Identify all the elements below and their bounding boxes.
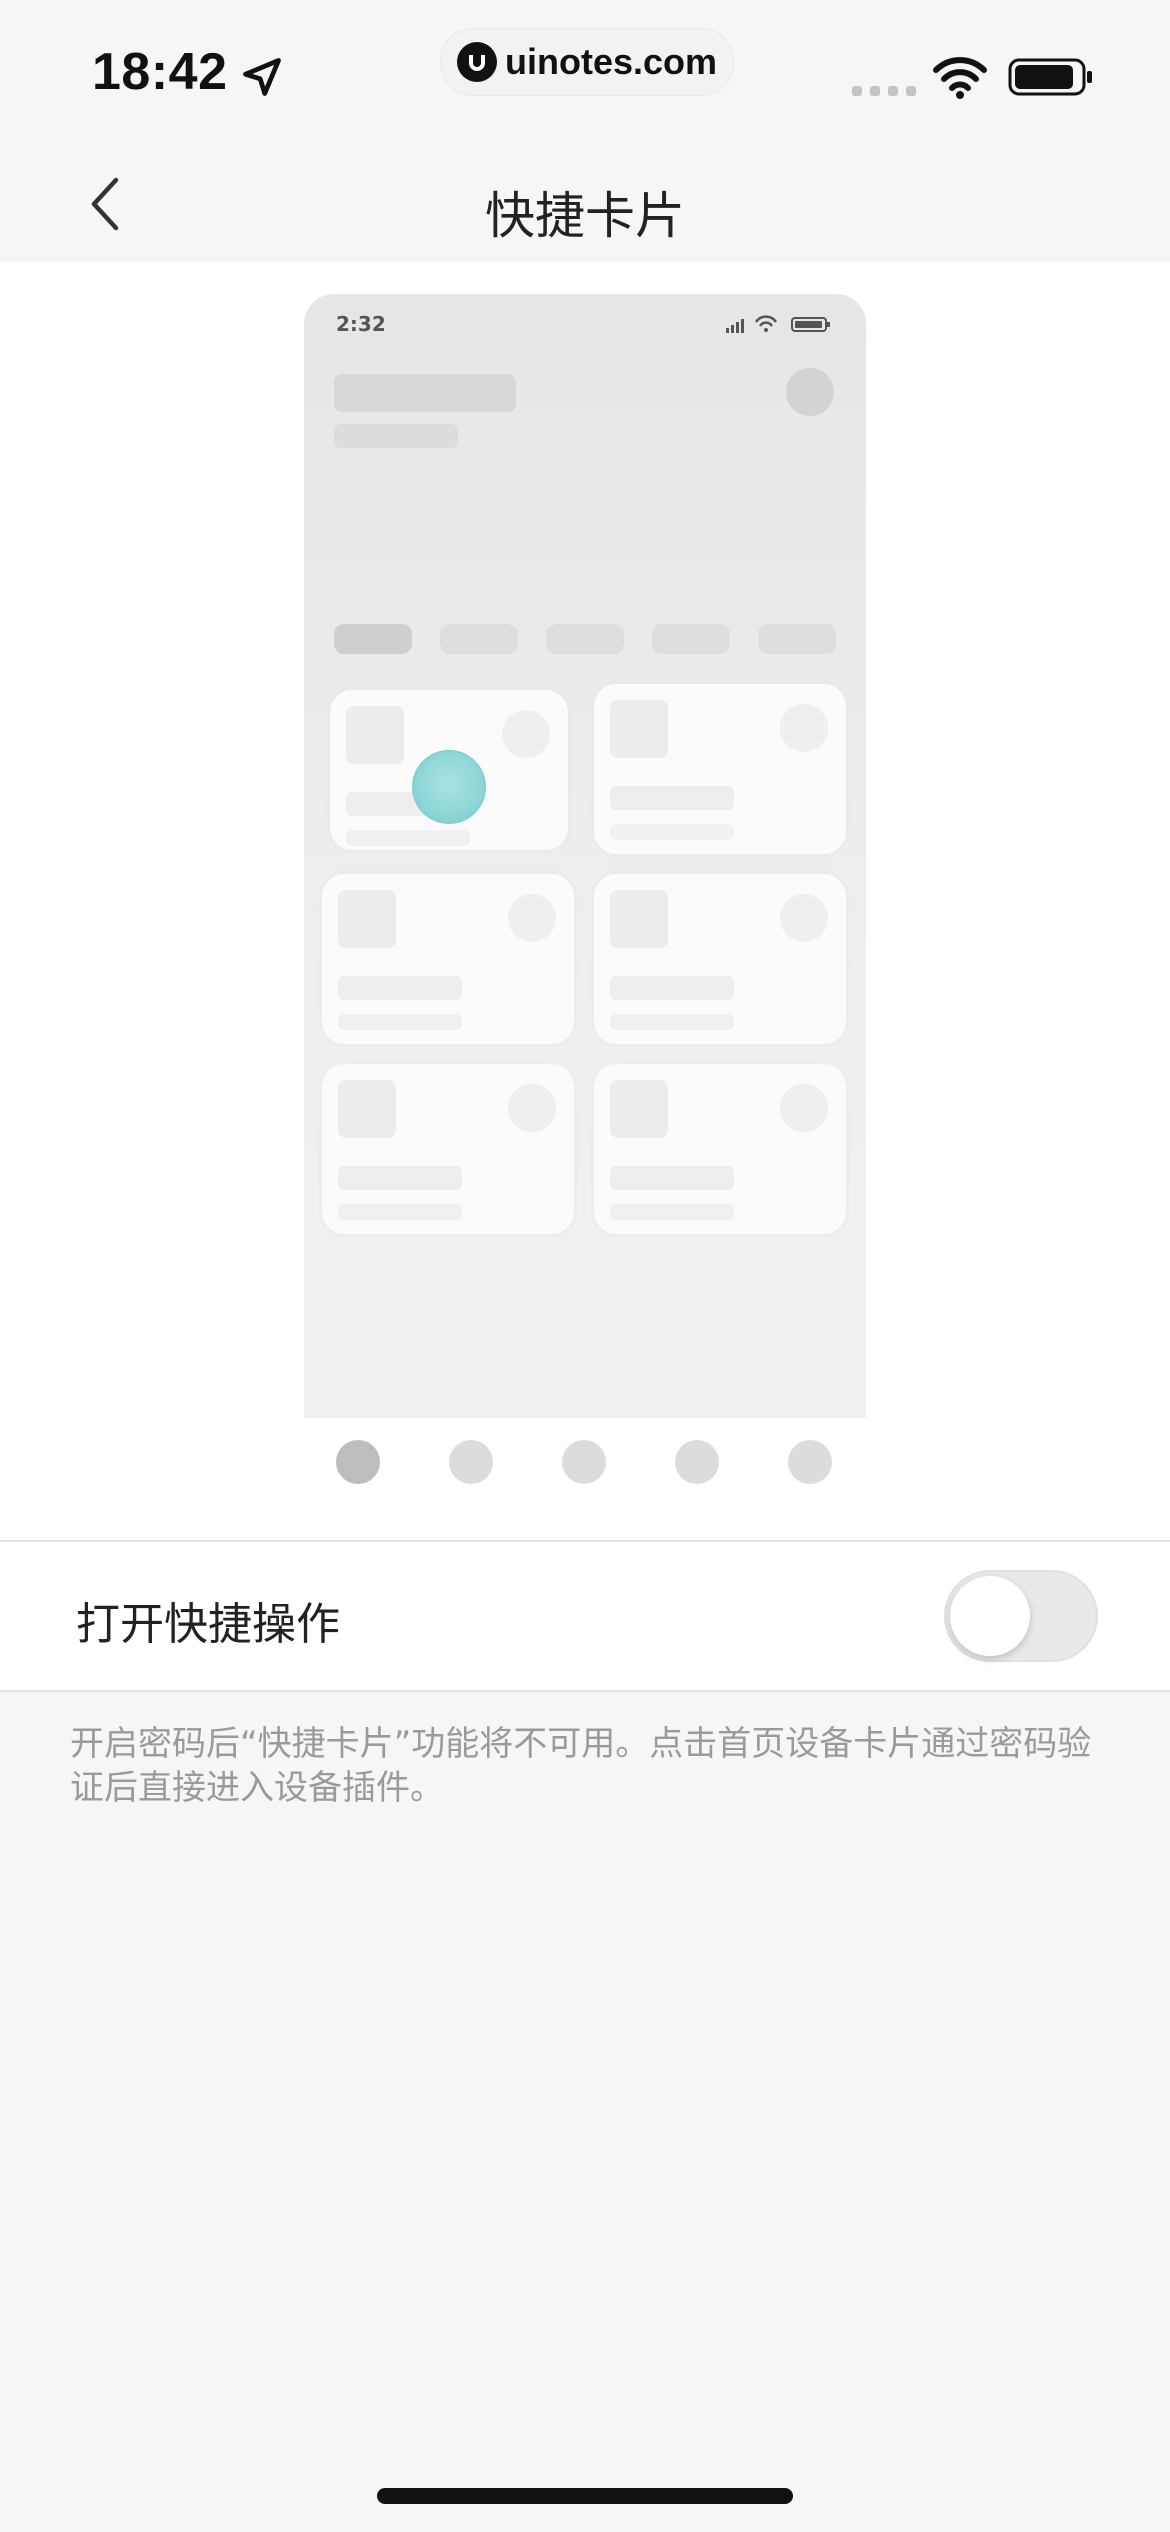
divider (0, 1690, 1170, 1692)
page-title: 快捷卡片 (485, 187, 685, 245)
preview-card (322, 1064, 574, 1234)
url-pill[interactable]: uinotes.com (440, 28, 734, 96)
location-arrow-icon (243, 58, 281, 96)
signal-dots-icon (852, 86, 916, 96)
preview-subtitle-placeholder (334, 424, 458, 448)
quick-cards-page: 18:42 uinotes.com 快捷卡片 2:32 打开快捷操作 开启密码后… (0, 0, 1170, 2532)
preview-card (594, 874, 846, 1044)
preview-illustration: 2:32 (304, 294, 866, 1418)
touch-indicator (412, 750, 486, 824)
preview-tab (440, 624, 518, 654)
nav-bar: 快捷卡片 (0, 130, 1170, 262)
pager-dot[interactable] (788, 1440, 832, 1484)
preview-card (322, 874, 574, 1044)
toggle-knob (950, 1576, 1030, 1656)
home-indicator[interactable] (377, 2488, 793, 2504)
status-time: 18:42 (92, 43, 228, 101)
pager-dot[interactable] (562, 1440, 606, 1484)
url-text: uinotes.com (504, 41, 718, 82)
pager-dot[interactable] (336, 1440, 380, 1484)
page-indicator (0, 1440, 1170, 1484)
preview-status-icons (726, 315, 830, 333)
pager-dot[interactable] (675, 1440, 719, 1484)
uinotes-logo-icon (456, 42, 497, 82)
preview-time: 2:32 (336, 312, 386, 336)
preview-tab (334, 624, 412, 654)
status-bar: 18:42 uinotes.com (0, 0, 1170, 130)
quick-action-toggle[interactable] (944, 1570, 1098, 1662)
preview-tab (652, 624, 730, 654)
quick-action-label: 打开快捷操作 (76, 1599, 340, 1650)
preview-card (594, 1064, 846, 1234)
battery-icon (1008, 58, 1092, 96)
pager-dot[interactable] (449, 1440, 493, 1484)
preview-title-placeholder (334, 374, 516, 412)
wifi-icon (933, 57, 987, 99)
preview-card (594, 684, 846, 854)
description-text: 开启密码后“快捷卡片”功能将不可用。点击首页设备卡片通过密码验证后直接进入设备插… (70, 1724, 1092, 1808)
preview-tab (546, 624, 624, 654)
preview-tab (758, 624, 836, 654)
quick-action-row: 打开快捷操作 (0, 1542, 1170, 1690)
preview-avatar (786, 368, 834, 416)
